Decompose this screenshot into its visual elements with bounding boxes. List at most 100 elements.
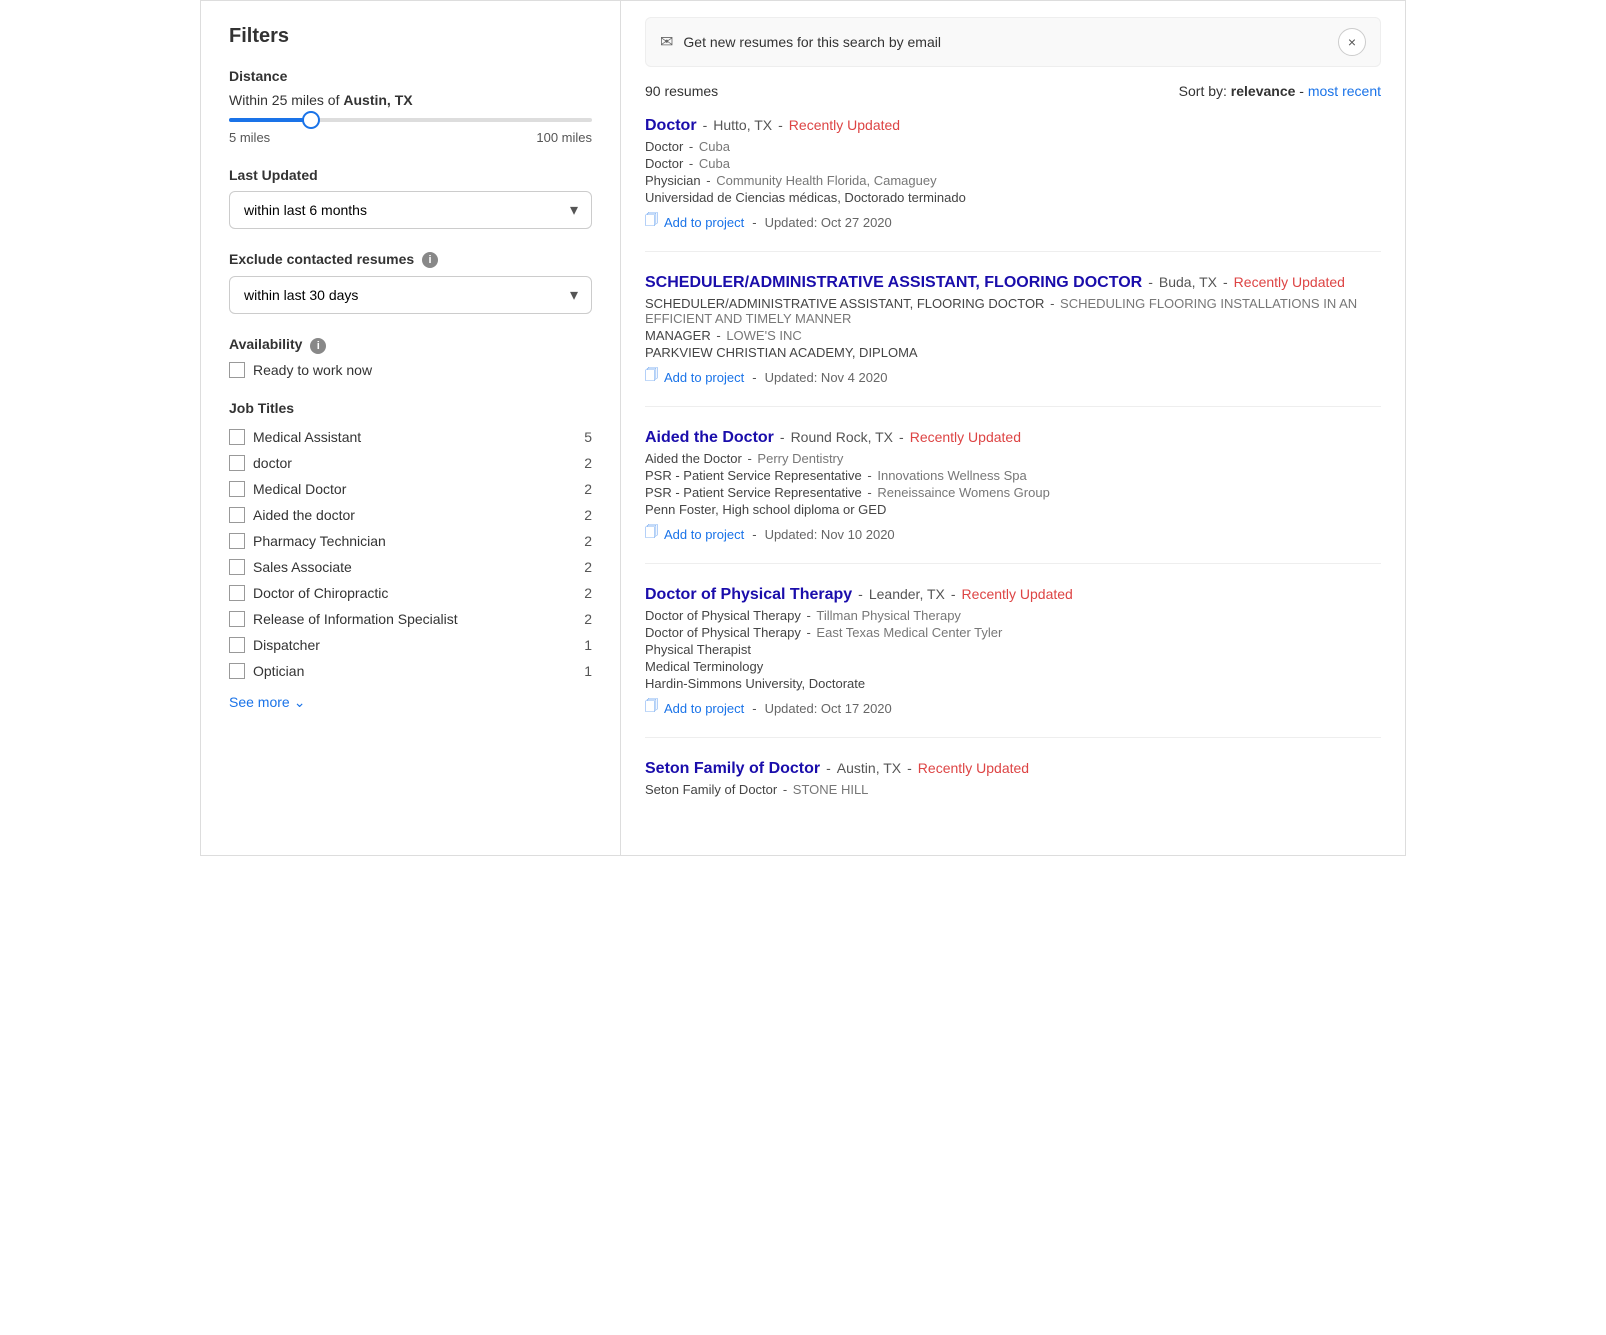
result-title-link[interactable]: Doctor of Physical Therapy bbox=[645, 586, 852, 604]
job-title-name: Medical Assistant bbox=[253, 429, 361, 445]
result-title-link[interactable]: Seton Family of Doctor bbox=[645, 760, 820, 778]
result-company: STONE HILL bbox=[793, 782, 869, 797]
sidebar-title: Filters bbox=[229, 25, 592, 48]
last-updated-filter: Last Updated within last 30 days within … bbox=[229, 167, 592, 229]
envelope-icon: ✉ bbox=[660, 32, 673, 52]
job-title-checkbox[interactable] bbox=[229, 611, 245, 627]
slider-max-label: 100 miles bbox=[536, 130, 592, 145]
job-title-item: doctor 2 bbox=[229, 450, 592, 476]
job-title-item: Medical Assistant 5 bbox=[229, 424, 592, 450]
result-company: East Texas Medical Center Tyler bbox=[816, 625, 1002, 640]
result-line: MANAGER - LOWE'S INC bbox=[645, 328, 1381, 343]
exclude-contacted-info-icon[interactable]: i bbox=[422, 252, 438, 268]
result-title-link[interactable]: SCHEDULER/ADMINISTRATIVE ASSISTANT, FLOO… bbox=[645, 274, 1142, 292]
job-title-checkbox[interactable] bbox=[229, 507, 245, 523]
job-title-checkbox[interactable] bbox=[229, 429, 245, 445]
job-title-checkbox[interactable] bbox=[229, 637, 245, 653]
job-title-checkbox[interactable] bbox=[229, 559, 245, 575]
close-email-bar-button[interactable]: × bbox=[1338, 28, 1366, 56]
result-title-line: Doctor - Hutto, TX - Recently Updated bbox=[645, 117, 1381, 135]
ready-to-work-checkbox[interactable] bbox=[229, 362, 245, 378]
result-item: Doctor of Physical Therapy - Leander, TX… bbox=[645, 586, 1381, 738]
result-company: Innovations Wellness Spa bbox=[877, 468, 1026, 483]
add-project-line: 🗍 Add to project - Updated: Oct 27 2020 bbox=[645, 211, 1381, 233]
result-line: Doctor - Cuba bbox=[645, 156, 1381, 171]
result-line-text: MANAGER bbox=[645, 328, 711, 343]
recently-updated-badge: Recently Updated bbox=[910, 429, 1021, 445]
result-line: PARKVIEW CHRISTIAN ACADEMY, DIPLOMA bbox=[645, 345, 1381, 360]
result-line-text: Physical Therapist bbox=[645, 642, 751, 657]
chevron-down-icon: ⌄ bbox=[294, 694, 306, 711]
result-location: Round Rock, TX bbox=[791, 429, 893, 445]
exclude-contacted-filter: Exclude contacted resumes i within last … bbox=[229, 251, 592, 314]
result-company: Community Health Florida, Camaguey bbox=[716, 173, 936, 188]
job-title-count: 2 bbox=[584, 533, 592, 549]
job-title-name: Release of Information Specialist bbox=[253, 611, 458, 627]
result-line: Seton Family of Doctor - STONE HILL bbox=[645, 782, 1381, 797]
job-title-name: Dispatcher bbox=[253, 637, 320, 653]
result-line-text: PSR - Patient Service Representative bbox=[645, 468, 862, 483]
result-item: Aided the Doctor - Round Rock, TX - Rece… bbox=[645, 429, 1381, 564]
job-title-checkbox[interactable] bbox=[229, 533, 245, 549]
availability-label: Availability i bbox=[229, 336, 592, 353]
result-title-line: Doctor of Physical Therapy - Leander, TX… bbox=[645, 586, 1381, 604]
main-content: ✉ Get new resumes for this search by ema… bbox=[621, 1, 1405, 855]
result-line-text: Physician bbox=[645, 173, 701, 188]
result-line-text: PSR - Patient Service Representative bbox=[645, 485, 862, 500]
sort-most-recent-link[interactable]: most recent bbox=[1308, 83, 1381, 99]
result-line: Physical Therapist bbox=[645, 642, 1381, 657]
email-bar-text: Get new resumes for this search by email bbox=[683, 34, 1328, 50]
recently-updated-badge: Recently Updated bbox=[918, 760, 1029, 776]
job-title-name: Sales Associate bbox=[253, 559, 352, 575]
job-title-item: Doctor of Chiropractic 2 bbox=[229, 580, 592, 606]
result-location: Hutto, TX bbox=[713, 117, 772, 133]
result-location: Leander, TX bbox=[869, 586, 945, 602]
add-project-icon: 🗍 bbox=[645, 523, 658, 545]
result-line-text: Hardin-Simmons University, Doctorate bbox=[645, 676, 865, 691]
job-title-checkbox[interactable] bbox=[229, 481, 245, 497]
result-line-text: Universidad de Ciencias médicas, Doctora… bbox=[645, 190, 966, 205]
result-item: Seton Family of Doctor - Austin, TX - Re… bbox=[645, 760, 1381, 817]
slider-fill bbox=[229, 118, 309, 122]
result-title-line: Aided the Doctor - Round Rock, TX - Rece… bbox=[645, 429, 1381, 447]
last-updated-label: Last Updated bbox=[229, 167, 592, 183]
sort-current: relevance bbox=[1231, 83, 1296, 99]
job-title-name: Aided the doctor bbox=[253, 507, 355, 523]
add-to-project-link[interactable]: Add to project bbox=[664, 215, 744, 230]
job-title-count: 1 bbox=[584, 663, 592, 679]
add-to-project-link[interactable]: Add to project bbox=[664, 701, 744, 716]
last-updated-select-wrapper: within last 30 days within last 6 months… bbox=[229, 191, 592, 229]
result-line-text: Doctor bbox=[645, 139, 683, 154]
result-line: Aided the Doctor - Perry Dentistry bbox=[645, 451, 1381, 466]
recently-updated-badge: Recently Updated bbox=[1234, 274, 1345, 290]
result-title-link[interactable]: Doctor bbox=[645, 117, 697, 135]
distance-filter: Distance Within 25 miles of Austin, TX 5… bbox=[229, 68, 592, 145]
see-more-button[interactable]: See more ⌄ bbox=[229, 694, 592, 711]
result-line-text: Seton Family of Doctor bbox=[645, 782, 777, 797]
add-to-project-link[interactable]: Add to project bbox=[664, 527, 744, 542]
exclude-contacted-select[interactable]: within last 30 days within last 6 months… bbox=[229, 276, 592, 314]
result-line-text: Doctor bbox=[645, 156, 683, 171]
sidebar: Filters Distance Within 25 miles of Aust… bbox=[201, 1, 621, 855]
result-line-text: Doctor of Physical Therapy bbox=[645, 625, 801, 640]
add-project-line: 🗍 Add to project - Updated: Oct 17 2020 bbox=[645, 697, 1381, 719]
job-title-count: 5 bbox=[584, 429, 592, 445]
results-list: Doctor - Hutto, TX - Recently Updated Do… bbox=[645, 117, 1381, 817]
result-title-link[interactable]: Aided the Doctor bbox=[645, 429, 774, 447]
recently-updated-badge: Recently Updated bbox=[962, 586, 1073, 602]
result-company: Tillman Physical Therapy bbox=[816, 608, 961, 623]
job-title-checkbox[interactable] bbox=[229, 455, 245, 471]
exclude-contacted-label: Exclude contacted resumes i bbox=[229, 251, 592, 268]
availability-info-icon[interactable]: i bbox=[310, 338, 326, 354]
job-title-checkbox[interactable] bbox=[229, 585, 245, 601]
sort-bar: Sort by: relevance - most recent bbox=[1179, 83, 1381, 99]
last-updated-select[interactable]: within last 30 days within last 6 months… bbox=[229, 191, 592, 229]
slider-thumb[interactable] bbox=[302, 111, 320, 129]
result-title-line: SCHEDULER/ADMINISTRATIVE ASSISTANT, FLOO… bbox=[645, 274, 1381, 292]
job-title-checkbox[interactable] bbox=[229, 663, 245, 679]
result-item: SCHEDULER/ADMINISTRATIVE ASSISTANT, FLOO… bbox=[645, 274, 1381, 407]
add-to-project-link[interactable]: Add to project bbox=[664, 370, 744, 385]
result-line: Doctor of Physical Therapy - East Texas … bbox=[645, 625, 1381, 640]
job-title-item: Release of Information Specialist 2 bbox=[229, 606, 592, 632]
ready-to-work-label: Ready to work now bbox=[253, 362, 372, 378]
